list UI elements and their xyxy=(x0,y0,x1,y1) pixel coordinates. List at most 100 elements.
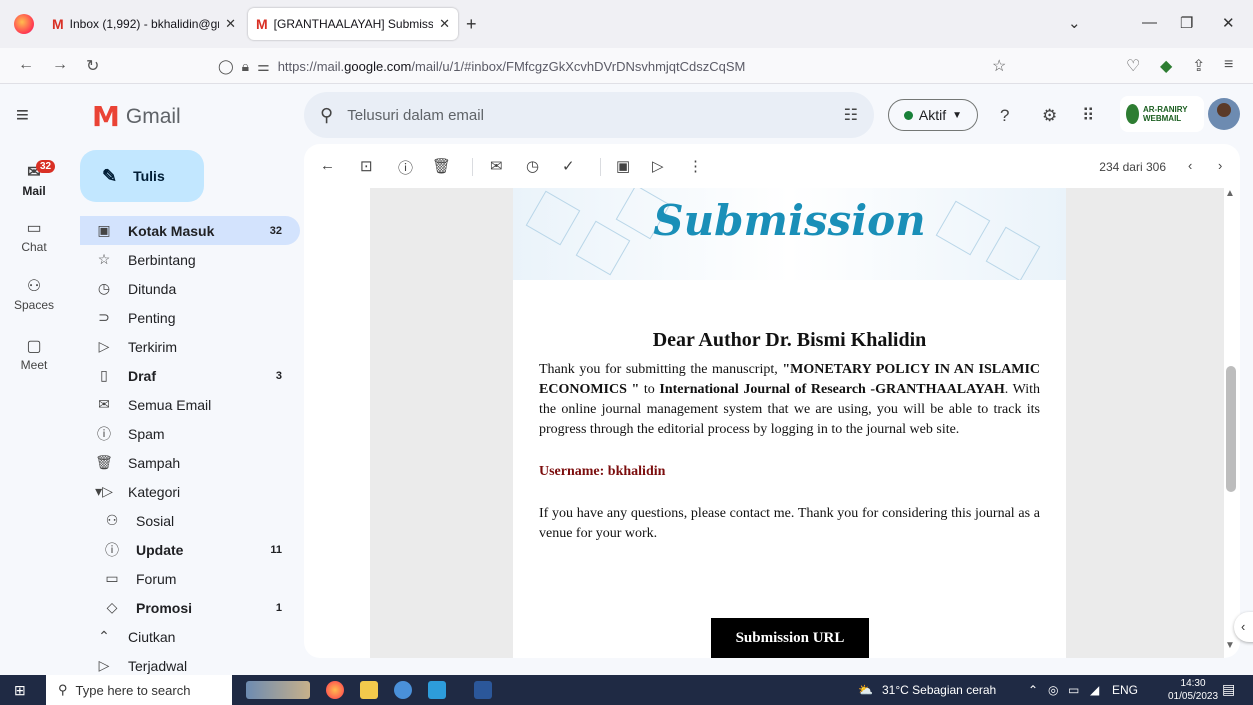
mark-unread-icon[interactable]: ✉ xyxy=(490,157,503,175)
scroll-down-icon[interactable]: ▼ xyxy=(1225,640,1235,651)
search-options-icon[interactable]: ☷ xyxy=(844,105,858,125)
clock[interactable]: 14:30 01/05/2023 xyxy=(1168,677,1218,703)
nav-item-label: Sampah xyxy=(128,454,181,471)
nav-item-promosi[interactable]: ◇ Promosi 1 xyxy=(80,593,300,622)
delete-icon[interactable]: 🗑︎ xyxy=(432,157,451,175)
new-tab-icon[interactable]: + xyxy=(466,14,477,35)
submission-url-button[interactable]: Submission URL xyxy=(711,618,869,658)
firefox-logo-icon[interactable] xyxy=(14,14,34,34)
compose-button[interactable]: ✎ Tulis xyxy=(80,150,204,202)
taskbar-widget-image[interactable] xyxy=(246,681,310,699)
nav-item-kategori[interactable]: ▾▷ Kategori xyxy=(80,477,300,506)
rail-mail[interactable]: ✉ 32 Mail xyxy=(0,160,68,198)
close-tab-icon[interactable]: ✕ xyxy=(225,16,236,32)
apps-grid-icon[interactable]: ⠿ xyxy=(1082,106,1094,126)
nav-item-forum[interactable]: ▭ Forum xyxy=(80,564,300,593)
archive-icon[interactable]: ⊡ xyxy=(360,157,373,175)
language-indicator[interactable]: ENG xyxy=(1112,683,1138,697)
scroll-thumb[interactable] xyxy=(1226,366,1236,492)
report-spam-icon[interactable]: ⓘ xyxy=(398,157,413,178)
file-explorer-icon[interactable] xyxy=(360,681,378,699)
nav-item-spam[interactable]: ⓘ Spam xyxy=(80,419,300,448)
move-to-icon[interactable]: ▣ xyxy=(616,157,630,175)
lock-icon[interactable]: 🔒︎ xyxy=(242,58,249,75)
org-logo[interactable]: AR-RANIRY WEBMAIL xyxy=(1120,96,1204,132)
nav-item-kotak-masuk[interactable]: ▣ Kotak Masuk 32 xyxy=(80,216,300,245)
meet-now-icon[interactable]: ◎ xyxy=(1048,683,1058,697)
notification-icon[interactable]: ▤ xyxy=(1222,681,1235,698)
forward-icon[interactable]: → xyxy=(52,56,68,74)
nav-item-berbintang[interactable]: ☆ Berbintang xyxy=(80,245,300,274)
rail-chat[interactable]: ▭ Chat xyxy=(0,218,68,254)
url-bar[interactable]: ◯ 🔒︎ ⚌ https://mail. google.com/mail/u/1/… xyxy=(210,52,1030,80)
minimize-icon[interactable]: — xyxy=(1142,14,1157,31)
compose-label: Tulis xyxy=(133,168,165,184)
shield-icon[interactable]: ◯ xyxy=(218,58,234,75)
rail-meet[interactable]: ▢ Meet xyxy=(0,336,68,372)
add-task-icon[interactable]: ✓ xyxy=(562,157,575,175)
gmail-logo[interactable]: M Gmail xyxy=(92,100,181,133)
windows-taskbar: ⊞ ⚲ Type here to search ⛅ 31°C Sebagian … xyxy=(0,675,1253,705)
nav-item-label: Terjadwal xyxy=(128,657,188,674)
newer-chevron-left-icon[interactable]: ‹ xyxy=(1188,158,1192,173)
older-chevron-right-icon[interactable]: › xyxy=(1218,158,1222,173)
battery-icon[interactable]: ▭ xyxy=(1068,683,1079,697)
pocket-icon[interactable]: ♡ xyxy=(1126,56,1140,76)
settings-gear-icon[interactable]: ⚙ xyxy=(1042,106,1057,126)
wifi-icon[interactable]: ◢ xyxy=(1090,683,1099,697)
nav-item-semua-email[interactable]: ✉ Semua Email xyxy=(80,390,300,419)
nav-item-draf[interactable]: ▯ Draf 3 xyxy=(80,361,300,390)
taskbar-search-placeholder: Type here to search xyxy=(75,682,191,698)
edge-taskbar-icon[interactable] xyxy=(394,681,412,699)
reload-icon[interactable]: ↻ xyxy=(86,56,99,76)
forum-icon: ▭ xyxy=(105,570,119,586)
windows-start-icon[interactable]: ⊞ xyxy=(14,682,26,699)
nav-item-update[interactable]: ⓘ Update 11 xyxy=(80,535,300,564)
nav-item-terkirim[interactable]: ▷ Terkirim xyxy=(80,332,300,361)
back-icon[interactable]: ← xyxy=(18,56,34,74)
gmail-tab-icon: M xyxy=(256,16,268,32)
rail-spaces[interactable]: ⚇ Spaces xyxy=(0,276,68,312)
weather-text[interactable]: 31°C Sebagian cerah xyxy=(882,683,996,697)
tab-submission[interactable]: M [GRANTHAALAYAH] Submission ✕ xyxy=(248,8,458,40)
scrollbar[interactable]: ▲ ▼ xyxy=(1224,188,1236,658)
nav-item-count: 11 xyxy=(270,543,282,556)
nav-item-sosial[interactable]: ⚇ Sosial xyxy=(80,506,300,535)
close-window-icon[interactable]: ✕ xyxy=(1222,14,1235,32)
permissions-icon[interactable]: ⚌ xyxy=(257,58,270,75)
scheduled-icon: ▷ xyxy=(98,657,110,673)
tray-chevron-up-icon[interactable]: ⌃ xyxy=(1028,683,1038,697)
status-dropdown[interactable]: Aktif ▼ xyxy=(888,99,978,131)
back-to-inbox-icon[interactable]: ← xyxy=(320,157,335,174)
search-bar[interactable]: ⚲ Telusuri dalam email ☷ xyxy=(304,92,874,138)
search-icon[interactable]: ⚲ xyxy=(320,105,333,126)
help-icon[interactable]: ? xyxy=(1000,106,1009,126)
restore-icon[interactable]: ❐ xyxy=(1180,14,1193,32)
taskbar-search[interactable]: ⚲ Type here to search xyxy=(46,675,232,705)
photos-taskbar-icon[interactable] xyxy=(428,681,446,699)
scroll-up-icon[interactable]: ▲ xyxy=(1225,188,1235,199)
menu-icon[interactable]: ≡ xyxy=(1224,56,1233,74)
tab-inbox[interactable]: M Inbox (1,992) - bkhalidin@gmai ✕ xyxy=(44,8,244,40)
weather-icon[interactable]: ⛅ xyxy=(858,683,873,697)
tab-list-icon[interactable]: ⌄ xyxy=(1068,14,1081,32)
label-icon[interactable]: ▷ xyxy=(652,157,664,175)
share-icon[interactable]: ⇪ xyxy=(1192,56,1205,76)
close-tab-icon[interactable]: ✕ xyxy=(439,16,450,32)
nav-item-ciutkan[interactable]: ⌃ Ciutkan xyxy=(80,622,300,651)
nav-item-penting[interactable]: ⊃ Penting xyxy=(80,303,300,332)
extension-icon[interactable]: ◆ xyxy=(1160,56,1172,76)
gmail-m-icon: M xyxy=(92,100,120,133)
rail-meet-label: Meet xyxy=(20,358,48,372)
main-menu-icon[interactable]: ≡ xyxy=(16,102,29,128)
more-options-icon[interactable]: ⋮ xyxy=(688,157,703,175)
bookmark-star-icon[interactable]: ☆ xyxy=(992,56,1006,76)
snooze-icon[interactable]: ◷ xyxy=(526,157,539,175)
firefox-taskbar-icon[interactable] xyxy=(326,681,344,699)
nav-item-sampah[interactable]: 🗑 Sampah xyxy=(80,448,300,477)
nav-item-ditunda[interactable]: ◷ Ditunda xyxy=(80,274,300,303)
account-avatar[interactable] xyxy=(1208,98,1240,130)
message-toolbar: ← ⊡ ⓘ 🗑︎ ✉ ◷ ✓ ▣ ▷ ⋮ 234 dari 306 ‹ › xyxy=(304,144,1240,188)
word-taskbar-icon[interactable] xyxy=(474,681,492,699)
search-input[interactable]: Telusuri dalam email xyxy=(347,107,843,124)
